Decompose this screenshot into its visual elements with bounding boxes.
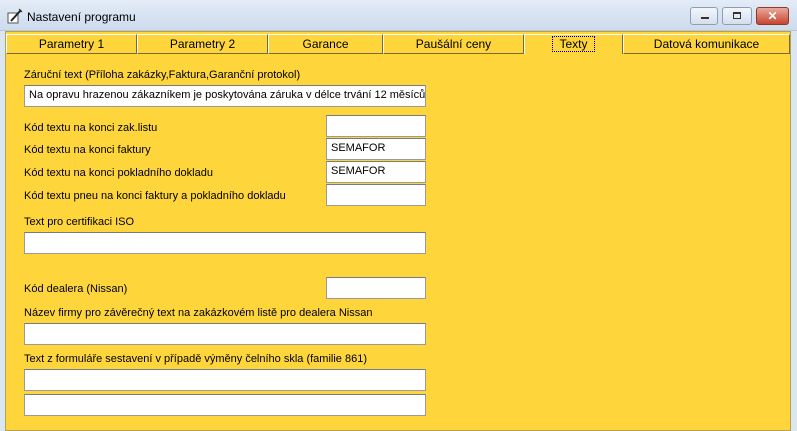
window-title: Nastavení programu — [27, 10, 136, 24]
tab-garance[interactable]: Garance — [268, 34, 383, 54]
tab-label: Datová komunikace — [653, 37, 760, 51]
tab-pausalni-ceny[interactable]: Paušální ceny — [383, 34, 524, 54]
tab-label: Parametry 2 — [169, 37, 236, 51]
close-button[interactable]: ✕ — [756, 7, 789, 25]
dealer-code-label: Kód dealera (Nissan) — [24, 283, 128, 295]
tab-label: Garance — [302, 37, 349, 51]
tab-datova-komunikace[interactable]: Datová komunikace — [623, 34, 790, 54]
tab-label: Texty — [552, 36, 595, 52]
order-end-code-input[interactable] — [326, 115, 426, 137]
cash-doc-end-code-input[interactable]: SEMAFOR — [326, 161, 426, 183]
tab-parametry-2[interactable]: Parametry 2 — [137, 34, 268, 54]
company-name-input[interactable] — [24, 323, 426, 345]
iso-cert-input[interactable] — [24, 232, 426, 254]
minimize-button[interactable] — [690, 7, 718, 25]
tab-texty[interactable]: Texty — [524, 34, 623, 54]
close-icon: ✕ — [767, 9, 778, 23]
tire-text-code-input[interactable] — [326, 184, 426, 206]
windshield-text-input-2[interactable] — [24, 394, 426, 416]
order-end-code-label: Kód textu na konci zak.listu — [24, 122, 158, 134]
iso-cert-label: Text pro certifikaci ISO — [24, 216, 135, 228]
title-bar[interactable]: Nastavení programu ✕ — [0, 0, 797, 31]
warranty-text-input[interactable]: Na opravu hrazenou zákazníkem je poskyto… — [24, 85, 426, 107]
tab-strip: Parametry 1 Parametry 2 Garance Paušální… — [6, 33, 790, 55]
settings-window: Nastavení programu ✕ Parametry 1 Paramet… — [0, 0, 797, 431]
maximize-button[interactable] — [722, 7, 752, 25]
minimize-icon — [701, 17, 709, 19]
warranty-text-label: Záruční text (Příloha zakázky,Faktura,Ga… — [24, 69, 301, 81]
company-name-label: Název firmy pro závěrečný text na zakázk… — [24, 307, 373, 319]
tire-text-code-label: Kód textu pneu na konci faktury a poklad… — [24, 190, 286, 202]
invoice-end-code-label: Kód textu na konci faktury — [24, 144, 151, 156]
windshield-text-input-1[interactable] — [24, 369, 426, 391]
settings-panel: Parametry 1 Parametry 2 Garance Paušální… — [5, 31, 791, 431]
cash-doc-end-code-label: Kód textu na konci pokladního dokladu — [24, 167, 213, 179]
pen-notepad-icon — [7, 8, 23, 24]
windshield-text-label: Text z formuláře sestavení v případě vým… — [24, 353, 367, 365]
tab-label: Paušální ceny — [415, 37, 492, 51]
tab-label: Parametry 1 — [38, 37, 105, 51]
invoice-end-code-input[interactable]: SEMAFOR — [326, 138, 426, 160]
tab-parametry-1[interactable]: Parametry 1 — [6, 34, 137, 54]
maximize-icon — [733, 12, 741, 19]
dealer-code-input[interactable] — [326, 277, 426, 299]
